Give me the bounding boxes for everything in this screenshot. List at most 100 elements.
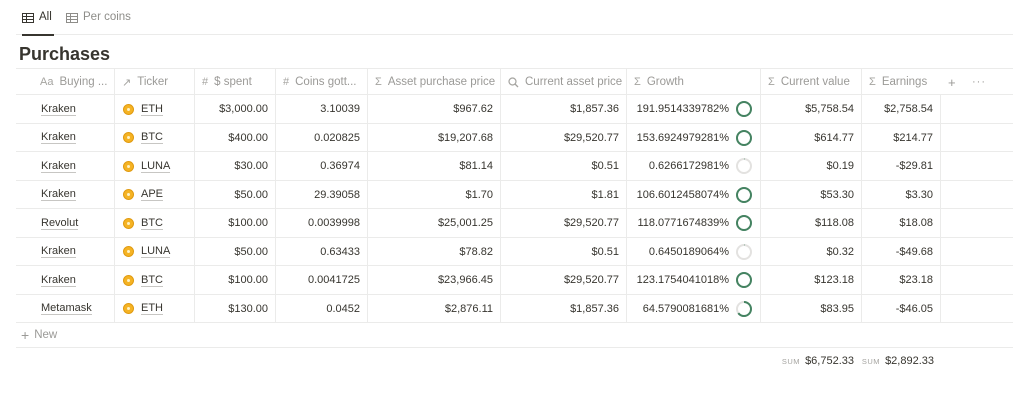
coins-cell[interactable]: 0.0041725 — [275, 266, 367, 294]
column-header-coins[interactable]: # Coins gott... — [275, 69, 367, 95]
current-price-cell[interactable]: $1,857.36 — [500, 95, 626, 123]
add-property-button[interactable]: + — [948, 69, 956, 95]
current-value-cell[interactable]: $123.18 — [760, 266, 861, 294]
purchase-price-cell[interactable]: $23,966.45 — [367, 266, 500, 294]
purchase-price-cell[interactable]: $78.82 — [367, 237, 500, 266]
column-header-current-price[interactable]: Current asset price — [500, 69, 626, 95]
current-price-cell[interactable]: $0.51 — [500, 237, 626, 266]
purchase-price-cell[interactable]: $19,207.68 — [367, 123, 500, 152]
earnings-cell[interactable]: $18.08 — [861, 209, 941, 237]
earnings-cell[interactable]: -$29.81 — [861, 152, 941, 180]
ticker-cell[interactable]: LUNA — [114, 152, 194, 180]
ticker-cell[interactable]: BTC — [114, 209, 194, 237]
ticker-cell[interactable]: APE — [114, 180, 194, 209]
tab-all[interactable]: All — [22, 11, 54, 36]
current-price-cell[interactable]: $1.81 — [500, 180, 626, 209]
earnings-cell[interactable]: -$46.05 — [861, 294, 941, 323]
buying-cell[interactable]: Kraken — [16, 266, 114, 294]
ticker-cell[interactable]: LUNA — [114, 237, 194, 266]
table-row[interactable]: Kraken LUNA $30.00 0.36974 $81.14 $0.51 0.6266… — [16, 152, 1013, 181]
growth-cell[interactable]: 106.6012458074% — [626, 180, 760, 209]
column-header-purchase-price[interactable]: Σ Asset purchase price — [367, 69, 500, 95]
current-value-cell[interactable]: $118.08 — [760, 209, 861, 237]
coins-cell[interactable]: 29.39058 — [275, 180, 367, 209]
ticker-text[interactable]: BTC — [141, 274, 163, 287]
ticker-text[interactable]: BTC — [141, 131, 163, 144]
table-row[interactable]: Kraken BTC $100.00 0.0041725 $23,966.45 $29,5… — [16, 266, 1013, 295]
growth-cell[interactable]: 153.6924979281% — [626, 123, 760, 152]
buying-cell[interactable]: Kraken — [16, 238, 114, 266]
table-row[interactable]: Kraken APE $50.00 29.39058 $1.70 $1.81 106.601… — [16, 180, 1013, 209]
ticker-text[interactable]: LUNA — [141, 160, 171, 173]
purchase-price-cell[interactable]: $2,876.11 — [367, 294, 500, 323]
coins-cell[interactable]: 3.10039 — [275, 95, 367, 123]
earnings-cell[interactable]: $2,758.54 — [861, 95, 941, 123]
purchase-price-cell[interactable]: $81.14 — [367, 152, 500, 180]
ticker-text[interactable]: ETH — [141, 103, 163, 116]
spent-cell[interactable]: $130.00 — [194, 294, 275, 323]
coins-cell[interactable]: 0.36974 — [275, 152, 367, 180]
table-row[interactable]: Kraken ETH $3,000.00 3.10039 $967.62 $1,857.3… — [16, 95, 1013, 124]
coins-cell[interactable]: 0.0039998 — [275, 209, 367, 237]
column-header-spent[interactable]: # $ spent — [194, 69, 275, 95]
table-row[interactable]: Revolut BTC $100.00 0.0039998 $25,001.25 $29,… — [16, 209, 1013, 238]
ticker-text[interactable]: APE — [141, 188, 164, 201]
new-row-button[interactable]: + New — [21, 323, 57, 347]
growth-cell[interactable]: 118.0771674839% — [626, 209, 760, 237]
spent-cell[interactable]: $50.00 — [194, 180, 275, 209]
tab-per-coins[interactable]: Per coins — [66, 11, 132, 35]
ticker-cell[interactable]: BTC — [114, 266, 194, 294]
current-value-cell[interactable]: $53.30 — [760, 180, 861, 209]
earnings-cell[interactable]: -$49.68 — [861, 237, 941, 266]
buying-cell[interactable]: Kraken — [16, 95, 114, 123]
table-row[interactable]: Kraken BTC $400.00 0.020825 $19,207.68 $29,52… — [16, 123, 1013, 152]
ticker-cell[interactable]: BTC — [114, 123, 194, 152]
current-price-cell[interactable]: $0.51 — [500, 152, 626, 180]
buying-cell[interactable]: Kraken — [16, 124, 114, 152]
earnings-cell[interactable]: $23.18 — [861, 266, 941, 294]
column-header-buying[interactable]: Aa Buying ... — [16, 69, 114, 95]
growth-cell[interactable]: 64.5790081681% — [626, 294, 760, 323]
ticker-text[interactable]: BTC — [141, 217, 163, 230]
column-header-earnings[interactable]: Σ Earnings — [861, 69, 941, 95]
ticker-cell[interactable]: ETH — [114, 294, 194, 323]
table-row[interactable]: Metamask ETH $130.00 0.0452 $2,876.11 $1,857.… — [16, 294, 1013, 323]
buying-cell[interactable]: Kraken — [16, 181, 114, 209]
current-price-cell[interactable]: $1,857.36 — [500, 294, 626, 323]
current-value-cell[interactable]: $614.77 — [760, 123, 861, 152]
spent-cell[interactable]: $3,000.00 — [194, 95, 275, 123]
spent-cell[interactable]: $400.00 — [194, 123, 275, 152]
current-value-sum[interactable]: SUM $6,752.33 — [760, 348, 861, 374]
more-options-button[interactable]: ··· — [972, 69, 986, 95]
earnings-cell[interactable]: $3.30 — [861, 180, 941, 209]
purchase-price-cell[interactable]: $1.70 — [367, 180, 500, 209]
spent-cell[interactable]: $30.00 — [194, 152, 275, 180]
column-header-current-value[interactable]: Σ Current value — [760, 69, 861, 95]
current-value-cell[interactable]: $0.19 — [760, 152, 861, 180]
current-value-cell[interactable]: $83.95 — [760, 294, 861, 323]
earnings-sum[interactable]: SUM $2,892.33 — [861, 348, 941, 374]
ticker-cell[interactable]: ETH — [114, 95, 194, 123]
ticker-text[interactable]: ETH — [141, 302, 163, 315]
table-row[interactable]: Kraken LUNA $50.00 0.63433 $78.82 $0.51 0.6450… — [16, 237, 1013, 266]
purchase-price-cell[interactable]: $967.62 — [367, 95, 500, 123]
column-header-growth[interactable]: Σ Growth — [626, 69, 760, 95]
current-value-cell[interactable]: $5,758.54 — [760, 95, 861, 123]
coins-cell[interactable]: 0.0452 — [275, 294, 367, 323]
growth-cell[interactable]: 123.1754041018% — [626, 266, 760, 294]
current-price-cell[interactable]: $29,520.77 — [500, 209, 626, 237]
earnings-cell[interactable]: $214.77 — [861, 123, 941, 152]
growth-cell[interactable]: 0.6266172981% — [626, 152, 760, 180]
ticker-text[interactable]: LUNA — [141, 245, 171, 258]
current-price-cell[interactable]: $29,520.77 — [500, 123, 626, 152]
buying-cell[interactable]: Kraken — [16, 152, 114, 180]
growth-cell[interactable]: 191.9514339782% — [626, 95, 760, 123]
growth-cell[interactable]: 0.6450189064% — [626, 237, 760, 266]
current-value-cell[interactable]: $0.32 — [760, 237, 861, 266]
coins-cell[interactable]: 0.63433 — [275, 237, 367, 266]
purchase-price-cell[interactable]: $25,001.25 — [367, 209, 500, 237]
buying-cell[interactable]: Revolut — [16, 209, 114, 237]
spent-cell[interactable]: $50.00 — [194, 237, 275, 266]
spent-cell[interactable]: $100.00 — [194, 209, 275, 237]
current-price-cell[interactable]: $29,520.77 — [500, 266, 626, 294]
